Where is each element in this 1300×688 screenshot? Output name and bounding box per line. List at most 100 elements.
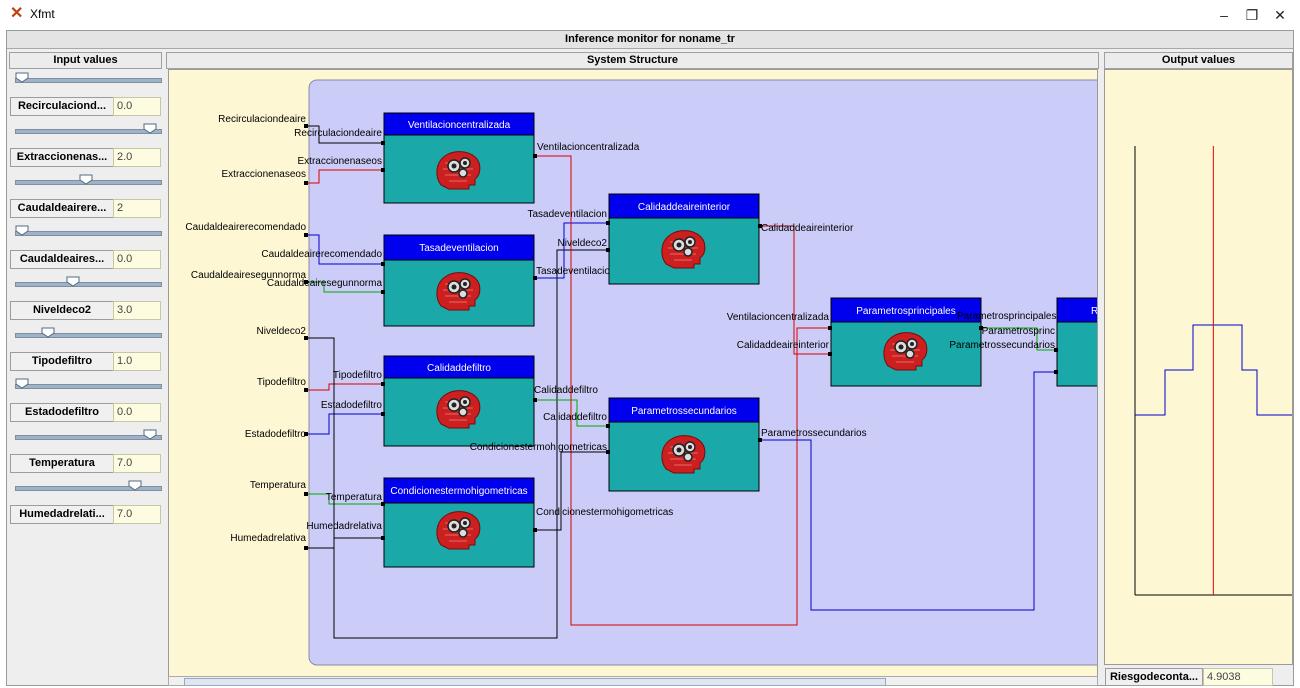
input-slider-track[interactable] <box>15 129 162 134</box>
input-value-field[interactable]: 1.0 <box>113 352 161 371</box>
svg-text:Extraccionenaseos: Extraccionenaseos <box>298 156 383 167</box>
app-title: Xfmt <box>30 7 55 21</box>
input-row: Caudaldeaires... 0.0 <box>9 222 162 272</box>
output-variable-button[interactable]: Riesgodeconta... <box>1105 668 1203 686</box>
input-slider-track[interactable] <box>15 435 162 440</box>
close-button[interactable]: ✕ <box>1265 4 1295 26</box>
svg-text:Recirculaciondeaire: Recirculaciondeaire <box>294 128 382 139</box>
global-input-labels: Recirculaciondeaire Extraccionenaseos Ca… <box>185 114 306 544</box>
global-input-label: Recirculaciondeaire <box>218 114 306 125</box>
svg-text:Ventilacioncentralizada: Ventilacioncentralizada <box>408 120 511 131</box>
window-titlebar: ✕ Xfmt – ❐ ✕ <box>0 0 1300 30</box>
output-value-field: 4.9038 <box>1203 668 1273 686</box>
svg-text:Calidaddeaireinterior: Calidaddeaireinterior <box>737 340 830 351</box>
input-value-field[interactable]: 3.0 <box>113 301 161 320</box>
input-slider-thumb[interactable] <box>79 174 93 185</box>
svg-text:Condicionestermohigometricas: Condicionestermohigometricas <box>536 507 673 518</box>
xfuzzy-x-icon: ✕ <box>10 5 24 22</box>
global-input-label: Niveldeco2 <box>257 326 307 337</box>
input-slider-track[interactable] <box>15 333 162 338</box>
fuzzy-brain-icon <box>436 150 481 190</box>
svg-text:Tasadeventilacion: Tasadeventilacion <box>528 209 608 220</box>
svg-text:Ventilacioncentralizada: Ventilacioncentralizada <box>537 142 640 153</box>
svg-text:Parametrosprincipales: Parametrosprincipales <box>957 311 1057 322</box>
input-row: Estadodefiltro 0.0 <box>9 375 162 425</box>
restore-button[interactable]: ❐ <box>1237 4 1267 26</box>
svg-text:Caudaldeairerecomendado: Caudaldeairerecomendado <box>261 249 382 260</box>
input-row: Tipodefiltro 1.0 <box>9 324 162 374</box>
input-variable-button[interactable]: Caudaldeairere... <box>10 199 114 218</box>
svg-text:Estadodefiltro: Estadodefiltro <box>321 400 383 411</box>
input-row: Niveldeco2 3.0 <box>9 273 162 323</box>
input-slider-track[interactable] <box>15 384 162 389</box>
input-variable-button[interactable]: Temperatura <box>10 454 114 473</box>
input-slider-thumb[interactable] <box>128 480 142 491</box>
svg-text:Ri: Ri <box>1091 306 1098 317</box>
input-variable-button[interactable]: Niveldeco2 <box>10 301 114 320</box>
svg-text:Calidaddeaireinterior: Calidaddeaireinterior <box>761 223 854 234</box>
output-values-panel <box>1104 69 1293 665</box>
global-input-label: Tipodefiltro <box>257 377 307 388</box>
svg-text:Parametrossecundarios: Parametrossecundarios <box>949 340 1055 351</box>
input-slider-thumb[interactable] <box>41 327 55 338</box>
fuzzy-brain-icon <box>436 389 481 429</box>
system-structure-canvas: Recirculaciondeaire Extraccionenaseos Ca… <box>168 69 1098 677</box>
minimize-button[interactable]: – <box>1209 4 1239 26</box>
input-slider-track[interactable] <box>15 282 162 287</box>
system-structure-header: System Structure <box>166 52 1099 69</box>
scrollbar-thumb[interactable] <box>184 678 886 686</box>
svg-text:Temperatura: Temperatura <box>326 492 383 503</box>
svg-text:Parametrossecundarios: Parametrossecundarios <box>631 406 737 417</box>
input-slider-track[interactable] <box>15 231 162 236</box>
input-value-field[interactable]: 2.0 <box>113 148 161 167</box>
global-input-label: Caudaldeairerecomendado <box>185 222 306 233</box>
svg-text:Parametrossecundarios: Parametrossecundarios <box>761 428 867 439</box>
svg-text:Condicionestermohigometricas: Condicionestermohigometricas <box>390 486 527 497</box>
input-slider-thumb[interactable] <box>15 225 29 236</box>
svg-text:Calidaddeaireinterior: Calidaddeaireinterior <box>638 202 731 213</box>
svg-text:Parametrosprincipales: Parametrosprincipales <box>856 306 956 317</box>
input-variable-button[interactable]: Tipodefiltro <box>10 352 114 371</box>
input-row: Humedadrelati... 7.0 <box>9 477 162 527</box>
input-values-header: Input values <box>9 52 162 69</box>
input-variable-button[interactable]: Extraccionenas... <box>10 148 114 167</box>
input-row: Recirculaciond... 0.0 <box>9 69 162 119</box>
input-variable-button[interactable]: Humedadrelati... <box>10 505 114 524</box>
svg-text:Calidaddefiltro: Calidaddefiltro <box>543 412 607 423</box>
input-variable-button[interactable]: Caudaldeaires... <box>10 250 114 269</box>
monitor-title: Inference monitor for noname_tr <box>7 31 1293 49</box>
svg-text:Niveldeco2: Niveldeco2 <box>558 238 608 249</box>
input-slider-thumb[interactable] <box>143 123 157 134</box>
fuzzy-brain-icon <box>883 331 928 371</box>
output-values-header: Output values <box>1104 52 1293 69</box>
input-slider-thumb[interactable] <box>15 72 29 83</box>
svg-text:Parametrosprinc: Parametrosprinc <box>982 326 1055 337</box>
input-slider-thumb[interactable] <box>15 378 29 389</box>
input-value-field[interactable]: 0.0 <box>113 97 161 116</box>
input-slider-thumb[interactable] <box>143 429 157 440</box>
input-variable-button[interactable]: Recirculaciond... <box>10 97 114 116</box>
fuzzy-brain-icon <box>661 434 706 474</box>
global-input-label: Estadodefiltro <box>245 429 307 440</box>
svg-text:Ventilacioncentralizada: Ventilacioncentralizada <box>727 312 830 323</box>
input-slider-thumb[interactable] <box>66 276 80 287</box>
svg-text:Tasadeventilacio: Tasadeventilacio <box>536 266 610 277</box>
input-value-field[interactable]: 0.0 <box>113 250 161 269</box>
input-row: Temperatura 7.0 <box>9 426 162 476</box>
svg-text:Condicionestermohigometricas: Condicionestermohigometricas <box>470 442 607 453</box>
global-input-label: Extraccionenaseos <box>222 169 307 180</box>
input-value-field[interactable]: 7.0 <box>113 505 161 524</box>
input-variable-button[interactable]: Estadodefiltro <box>10 403 114 422</box>
fuzzy-brain-icon <box>436 510 481 550</box>
svg-text:Tasadeventilacion: Tasadeventilacion <box>419 243 499 254</box>
input-value-field[interactable]: 2 <box>113 199 161 218</box>
global-input-label: Temperatura <box>250 480 307 491</box>
input-slider-track[interactable] <box>15 78 162 83</box>
input-value-field[interactable]: 0.0 <box>113 403 161 422</box>
output-membership-plot <box>1134 146 1292 596</box>
fuzzy-brain-icon <box>436 271 481 311</box>
input-values-panel: Recirculaciond... 0.0 Extraccionenas... 2.0… <box>9 69 162 684</box>
horizontal-scrollbar[interactable] <box>168 676 1098 686</box>
input-value-field[interactable]: 7.0 <box>113 454 161 473</box>
input-row: Extraccionenas... 2.0 <box>9 120 162 170</box>
